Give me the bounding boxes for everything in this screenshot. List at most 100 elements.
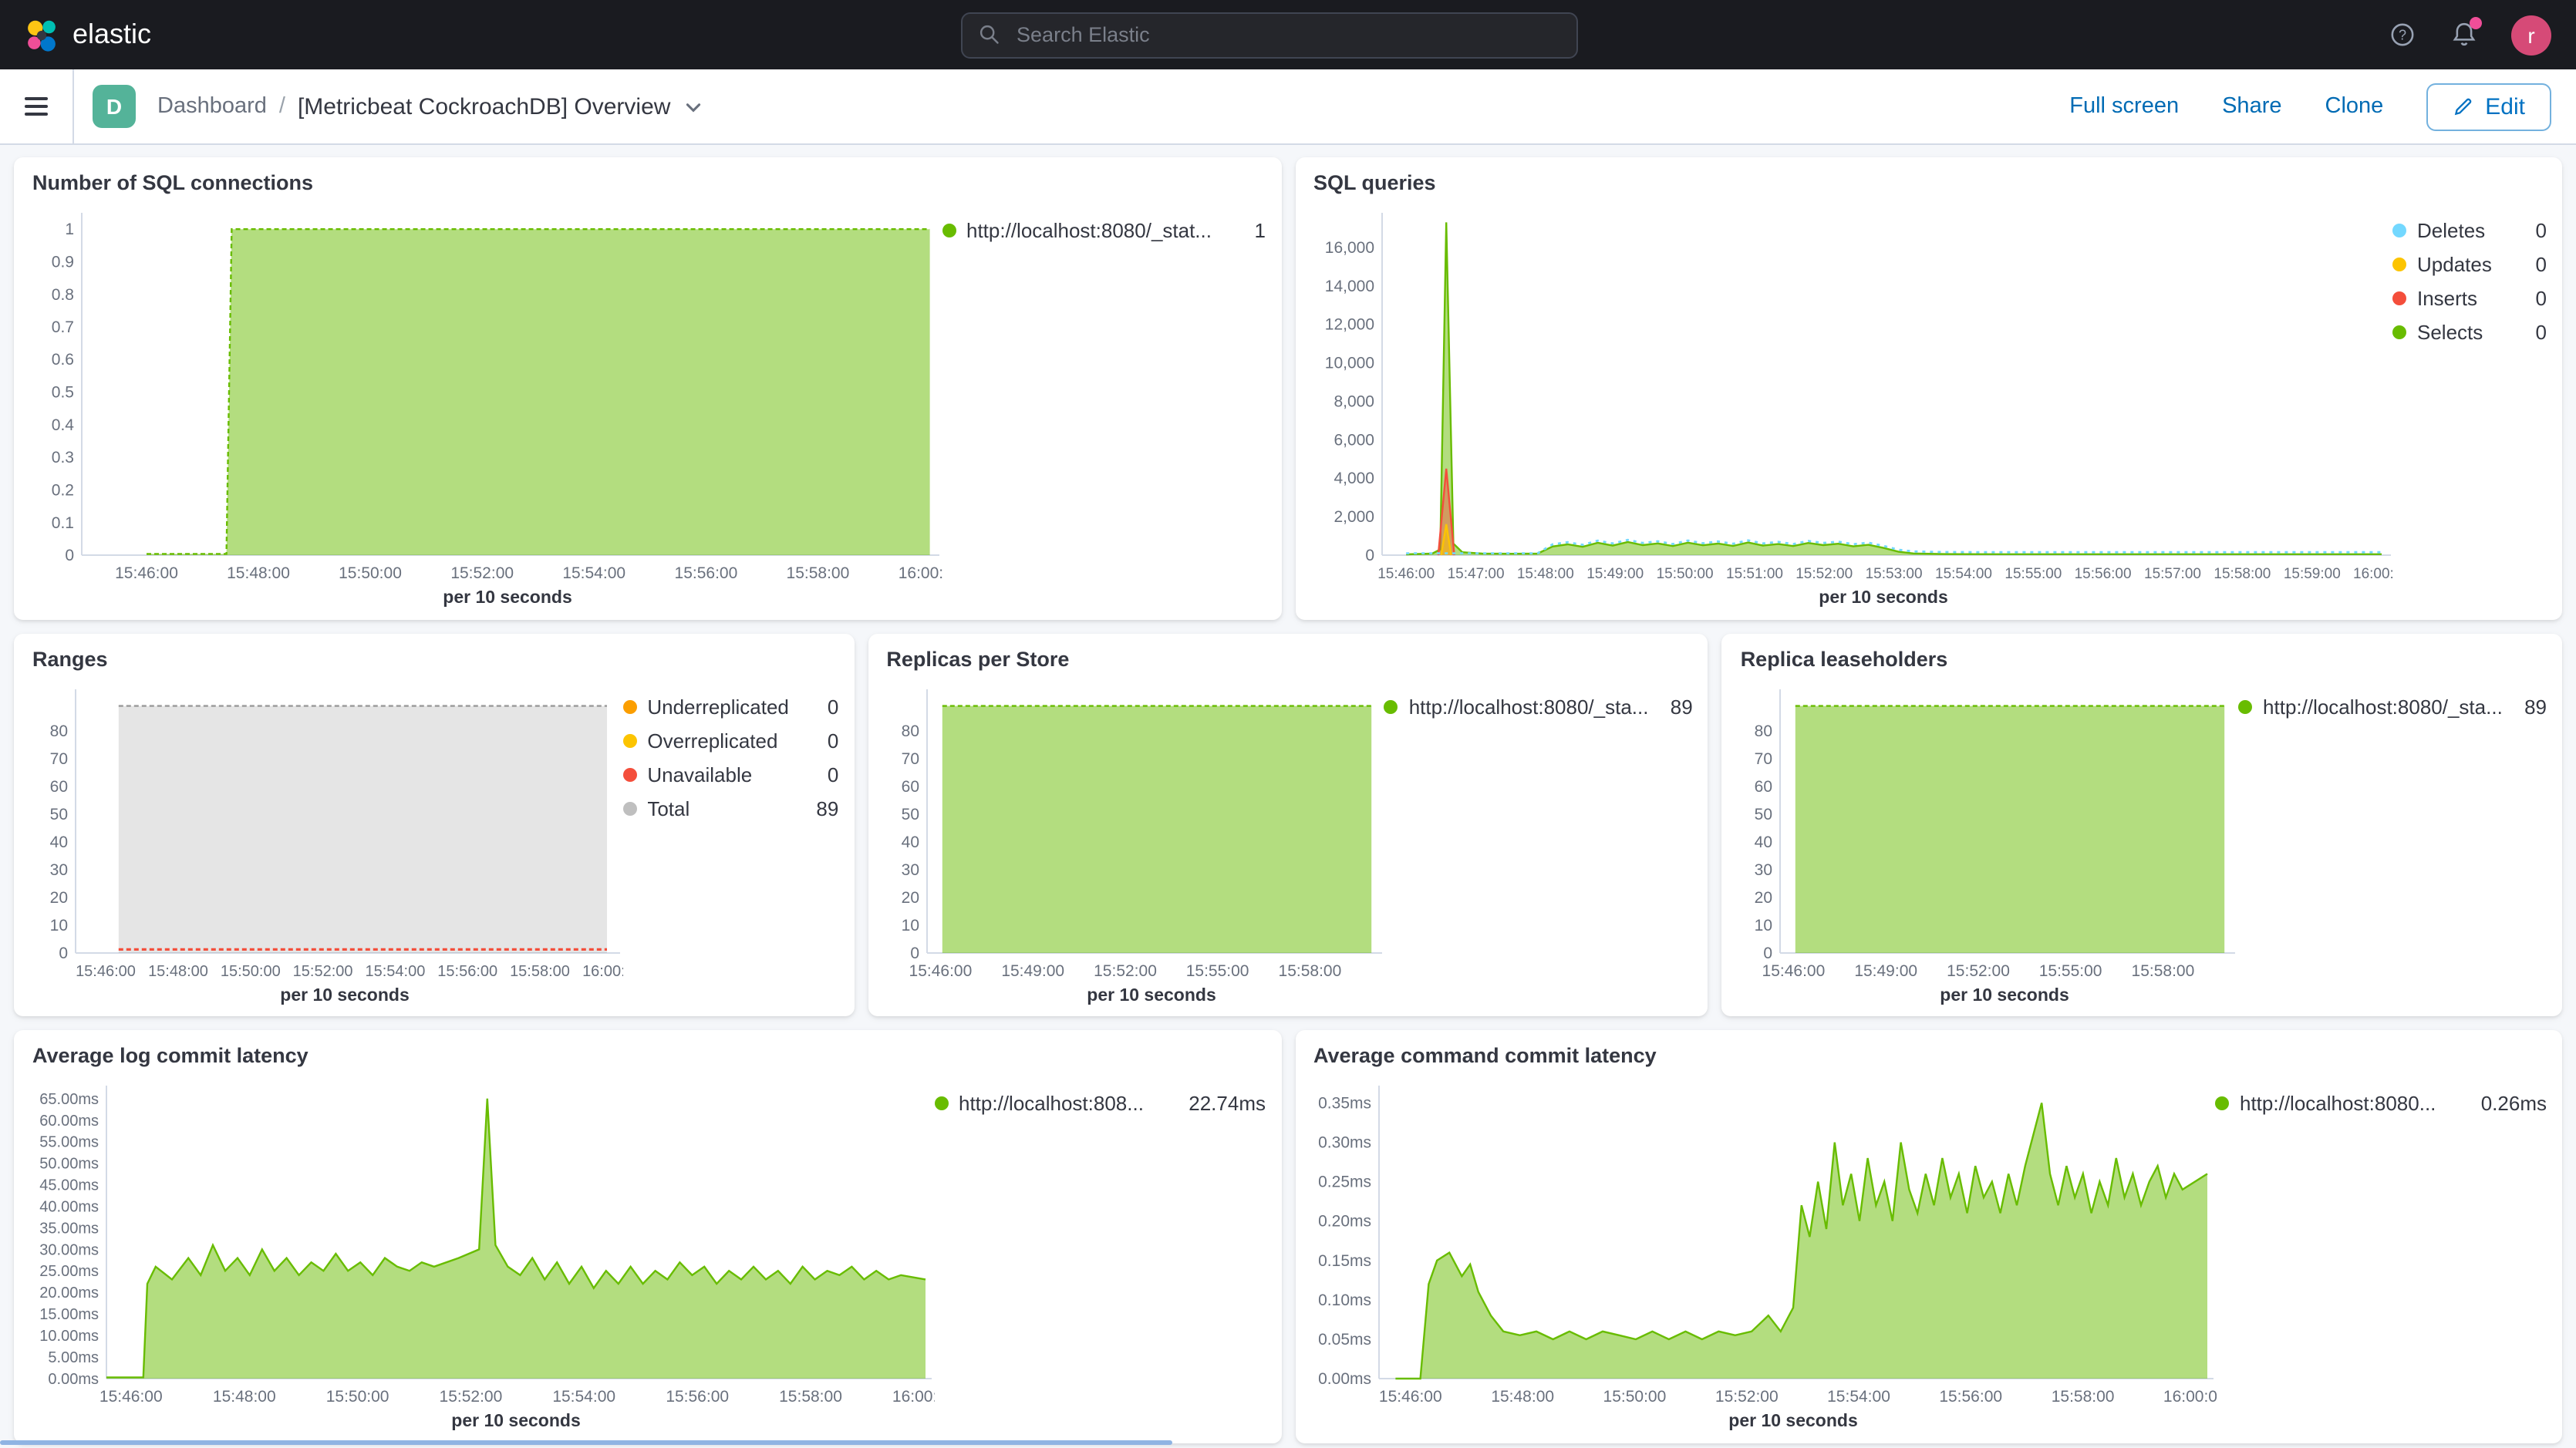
panel-replica-leaseholders[interactable]: Replica leaseholders 8070605040302010015… — [1722, 633, 2562, 1016]
alerts-bell-icon[interactable] — [2450, 21, 2477, 49]
svg-text:15:54:00: 15:54:00 — [562, 564, 625, 582]
legend-dot-icon — [622, 733, 636, 747]
svg-text:4,000: 4,000 — [1333, 470, 1374, 487]
svg-text:0.9: 0.9 — [52, 253, 74, 271]
full-screen-button[interactable]: Full screen — [2069, 94, 2179, 119]
svg-text:15:52:00: 15:52:00 — [1947, 961, 2011, 979]
panel-chart[interactable]: 65.00ms60.00ms55.00ms50.00ms45.00ms40.00… — [20, 1071, 934, 1437]
legend-item[interactable]: http://localhost:808...22.74ms — [934, 1093, 1266, 1116]
panel-legend: http://localhost:8080/_stat...1 — [942, 197, 1266, 613]
svg-text:40: 40 — [50, 833, 68, 850]
svg-text:70: 70 — [1755, 749, 1772, 767]
svg-text:60: 60 — [901, 777, 919, 795]
legend-item[interactable]: http://localhost:8080...0.26ms — [2215, 1093, 2547, 1116]
svg-text:10: 10 — [1755, 916, 1772, 934]
svg-text:0.8: 0.8 — [52, 286, 74, 304]
svg-text:70: 70 — [901, 749, 919, 767]
svg-text:0.30ms: 0.30ms — [1317, 1134, 1371, 1152]
panel-chart[interactable]: 10.90.80.70.60.50.40.30.20.1015:46:0015:… — [20, 197, 942, 613]
svg-text:15:49:00: 15:49:00 — [1855, 961, 1918, 979]
horizontal-scrollbar-thumb[interactable] — [0, 1440, 1172, 1445]
legend-dot-icon — [2392, 325, 2406, 339]
panel-ranges[interactable]: Ranges 8070605040302010015:46:0015:48:00… — [14, 633, 854, 1016]
search-input[interactable] — [1013, 22, 1561, 48]
legend-value: 0 — [2520, 287, 2547, 310]
legend-item[interactable]: Inserts0 — [2392, 287, 2547, 310]
panel-chart[interactable]: 0.35ms0.30ms0.25ms0.20ms0.15ms0.10ms0.05… — [1301, 1071, 2215, 1437]
legend-item[interactable]: Overreplicated0 — [622, 729, 838, 752]
legend-dot-icon — [934, 1097, 948, 1111]
panel-legend: http://localhost:8080...0.26ms — [2215, 1071, 2547, 1437]
svg-text:15:55:00: 15:55:00 — [2004, 566, 2061, 582]
svg-text:15:58:00: 15:58:00 — [779, 1389, 842, 1406]
edit-button[interactable]: Edit — [2426, 83, 2551, 130]
panel-chart[interactable]: 8070605040302010015:46:0015:49:0015:52:0… — [1728, 673, 2238, 1010]
svg-text:per 10 seconds: per 10 seconds — [1940, 984, 2069, 1004]
chevron-down-icon[interactable] — [683, 96, 703, 116]
legend-value: 89 — [801, 796, 838, 820]
legend-value: 0 — [812, 729, 838, 752]
clone-button[interactable]: Clone — [2325, 94, 2384, 119]
legend-item[interactable]: Selects0 — [2392, 321, 2547, 344]
legend-label: http://localhost:8080/_sta... — [1409, 695, 1649, 718]
svg-text:60: 60 — [50, 777, 68, 795]
panel-avg-command-commit-latency[interactable]: Average command commit latency 0.35ms 0.3… — [1295, 1031, 2562, 1443]
legend-item[interactable]: Total 89 — [622, 796, 838, 820]
panel-avg-log-commit-latency[interactable]: Average log commit latency 65.00ms60.00m… — [14, 1031, 1281, 1443]
share-button[interactable]: Share — [2222, 94, 2281, 119]
svg-text:15:55:00: 15:55:00 — [1185, 961, 1249, 979]
legend-dot-icon — [2392, 224, 2406, 237]
panel-chart[interactable]: 8070605040302010015:46:0015:49:0015:52:0… — [874, 673, 1384, 1010]
legend-item[interactable]: http://localhost:8080/_sta...89 — [1384, 695, 1693, 718]
svg-text:5.00ms: 5.00ms — [48, 1350, 99, 1367]
panel-sql-queries[interactable]: SQL queries 16,00014,00012,00010,0008,00… — [1295, 157, 2562, 619]
panel-replicas-per-store[interactable]: Replicas per Store 8070605040302010015:4… — [868, 633, 1708, 1016]
svg-text:16:00:00: 16:00:00 — [582, 962, 623, 979]
legend-label: Unavailable — [647, 763, 752, 786]
user-avatar[interactable]: r — [2511, 15, 2551, 55]
svg-text:40.00ms: 40.00ms — [39, 1199, 99, 1216]
legend-value: 0 — [2520, 219, 2547, 242]
legend-value: 22.74ms — [1173, 1093, 1266, 1116]
menu-button[interactable] — [0, 69, 74, 143]
svg-text:15:50:00: 15:50:00 — [1656, 566, 1713, 582]
legend-item[interactable]: http://localhost:8080/_sta...89 — [2238, 695, 2547, 718]
legend-dot-icon — [622, 801, 636, 815]
svg-text:15:56:00: 15:56:00 — [2074, 566, 2131, 582]
svg-text:16:00:00: 16:00:00 — [892, 1389, 935, 1406]
breadcrumb-dashboard-link[interactable]: Dashboard — [157, 94, 267, 119]
legend-label: Updates — [2417, 253, 2492, 276]
search-icon — [978, 23, 1001, 46]
global-search[interactable] — [961, 12, 1578, 58]
legend-item[interactable]: Unavailable0 — [622, 763, 838, 786]
svg-text:per 10 seconds: per 10 seconds — [1818, 587, 1947, 607]
hamburger-icon — [25, 97, 48, 100]
legend-label: Total — [647, 796, 690, 820]
svg-text:30: 30 — [901, 860, 919, 878]
breadcrumb-separator: / — [279, 94, 285, 119]
legend-label: http://localhost:8080/_stat... — [966, 219, 1212, 242]
svg-text:15:55:00: 15:55:00 — [2039, 961, 2102, 979]
legend-item[interactable]: Updates0 — [2392, 253, 2547, 276]
space-badge[interactable]: D — [93, 85, 136, 128]
panel-legend: http://localhost:8080/_sta...89 — [1384, 673, 1693, 1010]
panel-sql-connections[interactable]: Number of SQL connections 10.90.80.70.60… — [14, 157, 1281, 619]
svg-text:15:46:00: 15:46:00 — [76, 962, 136, 979]
panel-chart[interactable]: 16,00014,00012,00010,0008,0006,0004,0002… — [1301, 197, 2392, 613]
elastic-home-link[interactable]: elastic — [25, 18, 151, 52]
legend-dot-icon — [1384, 699, 1398, 713]
svg-text:12,000: 12,000 — [1324, 316, 1374, 334]
svg-text:15:46:00: 15:46:00 — [909, 961, 972, 979]
panel-title: SQL queries — [1295, 157, 2562, 197]
svg-text:0.35ms: 0.35ms — [1317, 1095, 1371, 1113]
legend-item[interactable]: Deletes0 — [2392, 219, 2547, 242]
svg-text:65.00ms: 65.00ms — [39, 1091, 99, 1108]
panel-chart[interactable]: 8070605040302010015:46:0015:48:0015:50:0… — [20, 673, 622, 1010]
help-icon[interactable]: ? — [2388, 21, 2416, 49]
legend-item[interactable]: Underreplicated0 — [622, 695, 838, 718]
svg-text:15:50:00: 15:50:00 — [1603, 1389, 1666, 1406]
legend-item[interactable]: http://localhost:8080/_stat...1 — [942, 219, 1266, 242]
svg-text:16,000: 16,000 — [1324, 239, 1374, 257]
svg-text:15:48:00: 15:48:00 — [213, 1389, 276, 1406]
panel-title: Average command commit latency — [1295, 1031, 2562, 1071]
